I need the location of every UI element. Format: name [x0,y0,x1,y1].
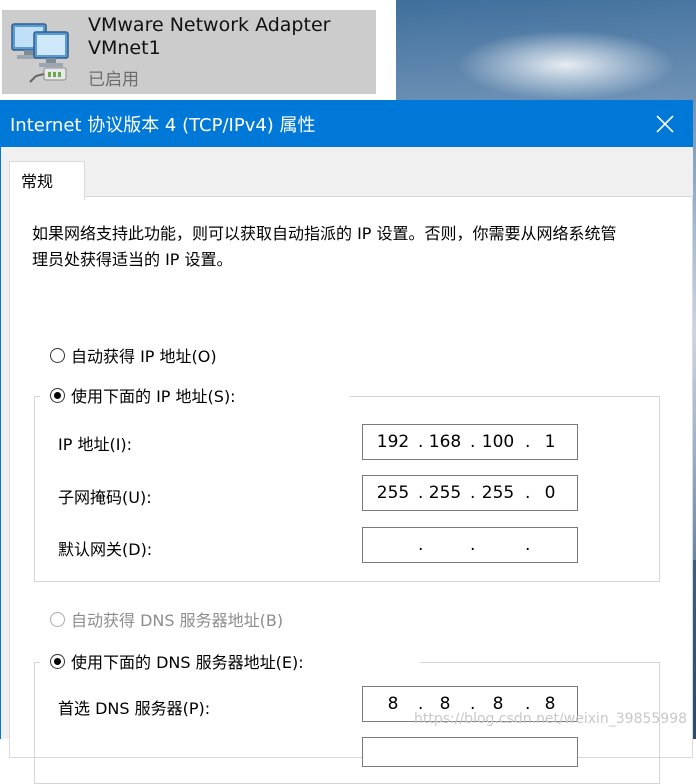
octet: 255 [376,483,410,503]
octet: 100 [481,432,515,452]
alternate-dns-input[interactable] [362,737,578,767]
radio-button[interactable] [50,611,65,627]
octet-separator: . [470,432,476,452]
octet-separator: . [418,432,424,452]
close-button[interactable] [637,100,693,147]
adapter-item-vmnet1[interactable]: VMware Network Adapter VMnet1 已启用 [2,10,376,94]
dialog-title: Internet 协议版本 4 (TCP/IPv4) 属性 [10,115,316,136]
cloud-shape [456,30,676,100]
preferred-dns-label: 首选 DNS 服务器(P): [58,699,211,718]
watermark-text: https://blog.csdn.net/weixin_39855998 [414,711,688,727]
network-connections-list: VMware Network Adapter VMnet1 已启用 [0,0,396,100]
adapter-status: 已启用 [88,70,139,90]
octet: 8 [387,694,399,714]
octet: 168 [428,432,462,452]
octet: 192 [376,432,410,452]
tab-label: 常规 [21,172,54,191]
tab-strip: 常规 [1,147,693,200]
subnet-mask-input[interactable]: 255 . 255 . 255 . 0 [362,475,578,511]
radio-label: 使用下面的 IP 地址(S): [71,387,236,406]
default-gateway-label: 默认网关(D): [58,540,153,559]
tab-general[interactable]: 常规 [9,161,85,200]
octet-separator: . [470,535,476,555]
octet: 0 [544,483,556,503]
octet-separator: . [418,535,424,555]
adapter-name: VMware Network Adapter VMnet1 [88,14,331,59]
radio-button[interactable] [50,347,65,363]
description-text: 如果网络支持此功能，则可以获取自动指派的 IP 设置。否则，你需要从网络系统管理… [32,224,617,269]
ip-address-label: IP 地址(I): [58,435,133,454]
radio-label: 使用下面的 DNS 服务器地址(E): [71,653,304,672]
octet: 1 [544,432,556,452]
octet-separator: . [470,483,476,503]
radio-auto-dns[interactable]: 自动获得 DNS 服务器地址(B) [50,607,283,631]
title-bar[interactable]: Internet 协议版本 4 (TCP/IPv4) 属性 [1,100,693,147]
general-panel: 如果网络支持此功能，则可以获取自动指派的 IP 设置。否则，你需要从网络系统管理… [9,196,693,784]
radio-manual-ip[interactable]: 使用下面的 IP 地址(S): [50,383,236,407]
ip-address-input[interactable]: 192 . 168 . 100 . 1 [362,424,578,460]
radio-label: 自动获得 DNS 服务器地址(B) [71,611,284,630]
radio-button[interactable] [50,653,65,669]
close-icon [656,115,674,133]
default-gateway-input[interactable]: . . . [362,527,578,563]
octet-separator: . [525,535,531,555]
octet-separator: . [418,483,424,503]
network-adapter-icon [8,16,80,88]
radio-button[interactable] [50,387,65,403]
radio-label: 自动获得 IP 地址(O) [71,347,217,366]
octet: 255 [428,483,462,503]
ipv4-properties-dialog: Internet 协议版本 4 (TCP/IPv4) 属性 常规 如果网络支持此… [0,100,693,784]
subnet-mask-label: 子网掩码(U): [58,488,152,507]
radio-auto-ip[interactable]: 自动获得 IP 地址(O) [50,343,217,367]
octet: 255 [481,483,515,503]
radio-manual-dns[interactable]: 使用下面的 DNS 服务器地址(E): [50,649,304,673]
